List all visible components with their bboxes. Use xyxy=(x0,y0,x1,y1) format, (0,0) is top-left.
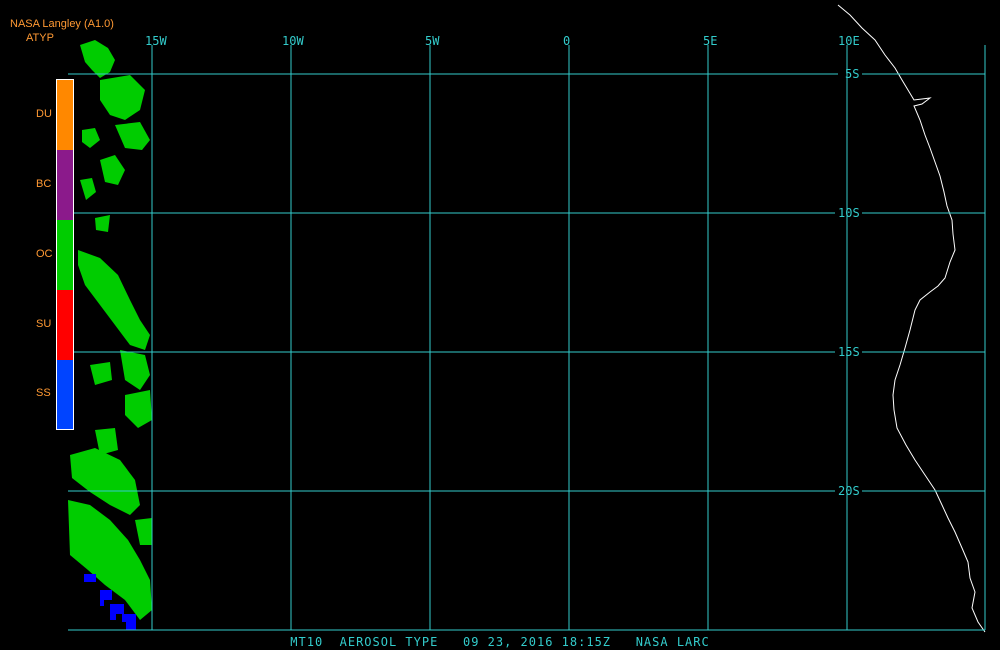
graticule xyxy=(68,45,986,631)
aerosol-pixels xyxy=(68,40,152,630)
lat-label: 15S xyxy=(838,345,860,359)
aerosol-patch-oc xyxy=(135,518,152,545)
aerosol-patch-ss xyxy=(122,614,136,630)
aerosol-patch-oc xyxy=(115,122,150,150)
lon-label: 0 xyxy=(563,34,570,48)
coastline xyxy=(837,4,986,633)
aerosol-patch-oc xyxy=(100,75,145,120)
lat-label: 5S xyxy=(845,67,859,81)
aerosol-patch-oc xyxy=(80,178,96,200)
grid-labels: 15W 10W 5W 0 5E 10E 5S 10S 15S 20S xyxy=(145,34,860,498)
lon-label: 10W xyxy=(282,34,304,48)
lon-label: 5W xyxy=(425,34,440,48)
aerosol-patch-oc xyxy=(80,40,115,78)
legend-label-ss: SS xyxy=(36,387,51,399)
aerosol-patch-oc xyxy=(100,155,125,185)
legend-label-bc: BC xyxy=(36,178,52,190)
lon-label: 15W xyxy=(145,34,167,48)
legend-label-oc: OC xyxy=(36,248,53,260)
map-canvas: 15W 10W 5W 0 5E 10E 5S 10S 15S 20S xyxy=(68,4,986,633)
aerosol-patch-oc xyxy=(68,500,152,620)
product-label: ATYP xyxy=(26,32,54,44)
coastline-africa xyxy=(837,4,986,633)
lat-label: 20S xyxy=(838,484,860,498)
source-label: NASA Langley (A1.0) xyxy=(10,18,114,30)
aerosol-patch-oc xyxy=(82,128,100,148)
aerosol-patch-ss xyxy=(110,604,124,620)
aerosol-patch-ss xyxy=(84,574,96,582)
aerosol-patch-oc xyxy=(120,350,150,390)
aerosol-patch-oc xyxy=(125,390,152,428)
map-caption: MT10 AEROSOL TYPE 09 23, 2016 18:15Z NAS… xyxy=(290,635,710,649)
aerosol-patch-oc xyxy=(95,215,110,232)
legend-label-su: SU xyxy=(36,318,52,330)
lat-label: 10S xyxy=(838,206,860,220)
legend-label-du: DU xyxy=(36,108,52,120)
lon-label: 5E xyxy=(703,34,717,48)
aerosol-patch-ss xyxy=(100,590,112,606)
aerosol-patch-oc xyxy=(90,362,112,385)
aerosol-patch-oc xyxy=(78,250,150,350)
lon-label: 10E xyxy=(838,34,860,48)
legend-frame xyxy=(56,79,74,430)
